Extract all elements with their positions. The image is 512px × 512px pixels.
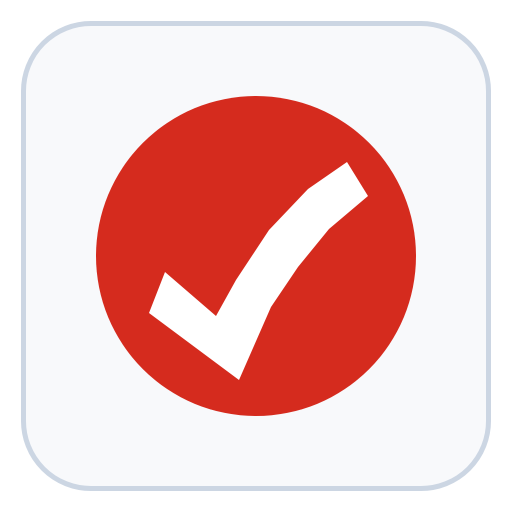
app-icon-badge (96, 96, 416, 416)
